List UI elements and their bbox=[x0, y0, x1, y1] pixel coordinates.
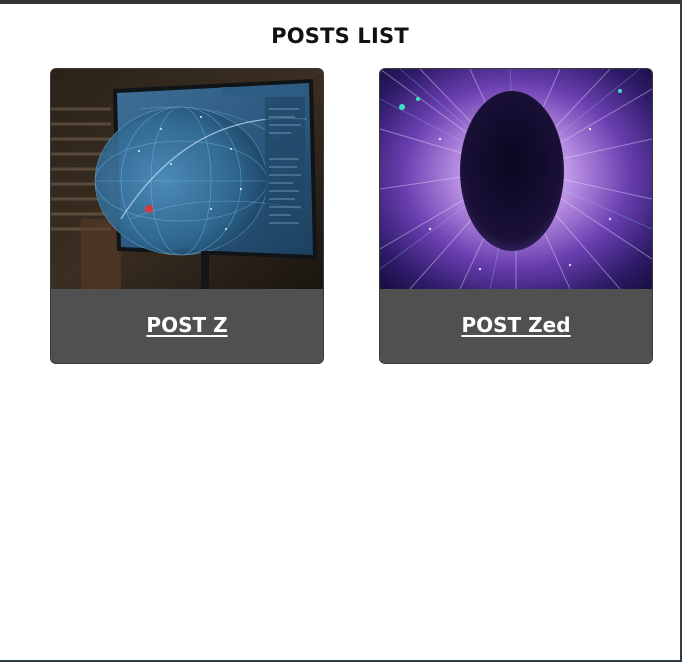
post-title-link[interactable]: POST Z bbox=[51, 313, 323, 337]
post-card[interactable]: POST Zed bbox=[379, 68, 653, 364]
post-title-link[interactable]: POST Zed bbox=[380, 313, 652, 337]
page-title: POSTS LIST bbox=[271, 24, 409, 48]
post-image-globe-screen bbox=[51, 69, 323, 289]
post-card[interactable]: POST Z bbox=[50, 68, 324, 364]
post-image-portal bbox=[380, 69, 652, 289]
post-thumbnail[interactable] bbox=[380, 69, 652, 289]
page-frame: POSTS LIST POST Z POST Zed bbox=[0, 0, 682, 662]
post-thumbnail[interactable] bbox=[51, 69, 323, 289]
